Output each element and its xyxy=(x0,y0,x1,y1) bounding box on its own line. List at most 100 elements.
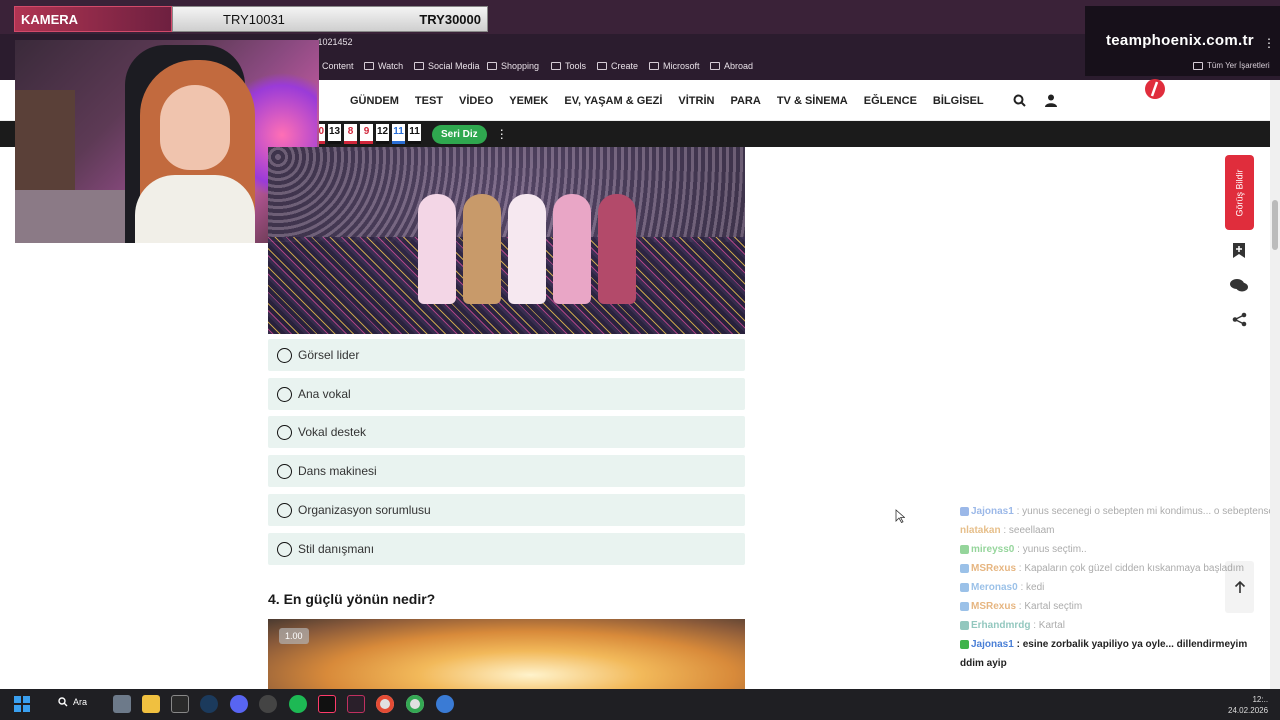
bookmark-watch[interactable]: Watch xyxy=(364,61,403,71)
chat-text: : Kartal seçtim xyxy=(1016,601,1083,612)
chrome-icon[interactable] xyxy=(376,695,394,713)
nav-item-bilgisel[interactable]: BİLGİSEL xyxy=(933,95,984,107)
chat-user: Jajonas1 xyxy=(971,639,1014,650)
quiz-question-image xyxy=(268,147,745,334)
mouse-cursor-icon xyxy=(895,509,905,523)
chat-text: : Kartal xyxy=(1030,620,1065,631)
goal-target: TRY30000 xyxy=(419,11,481,27)
bookmark-social-media[interactable]: Social Media xyxy=(414,61,480,71)
radio-icon[interactable] xyxy=(277,386,292,402)
main-nav: GÜNDEM TEST VİDEO YEMEK EV, YAŞAM & GEZİ… xyxy=(350,95,984,107)
answer-label: Ana vokal xyxy=(298,387,351,401)
feedback-button[interactable]: Görüş Bildir xyxy=(1225,155,1254,230)
nav-item-tv-sinema[interactable]: TV & SİNEMA xyxy=(777,95,848,107)
answer-option[interactable]: Görsel lider xyxy=(268,339,745,371)
score-tile: 8 xyxy=(344,124,357,144)
epic-games-icon[interactable] xyxy=(171,695,189,713)
bookmark-label: Tools xyxy=(565,61,587,71)
folder-icon xyxy=(597,62,607,70)
more-options-icon[interactable]: ⋮ xyxy=(496,128,508,140)
bookmark-label: Content xyxy=(322,61,354,71)
bookmark-label: Watch xyxy=(378,61,404,71)
vtuber-app-icon[interactable] xyxy=(347,695,365,713)
bookmark-shopping[interactable]: Shopping xyxy=(487,61,539,71)
chat-message-continued: ddim ayip xyxy=(960,658,1007,669)
nav-item-video[interactable]: VİDEO xyxy=(459,95,493,107)
folder-icon xyxy=(551,62,561,70)
calculator-icon[interactable] xyxy=(113,695,131,713)
file-explorer-icon[interactable] xyxy=(142,695,160,713)
nav-item-eglence[interactable]: EĞLENCE xyxy=(864,95,917,107)
chat-text: : yunus secenegi o sebepten mi kondimus.… xyxy=(1016,506,1270,517)
discord-icon[interactable] xyxy=(230,695,248,713)
nav-item-gundem[interactable]: GÜNDEM xyxy=(350,95,399,107)
all-bookmarks[interactable]: Tüm Yer İşaretleri xyxy=(1193,61,1270,70)
answer-option[interactable]: Stil danışmanı xyxy=(268,533,745,565)
score-tiles: 10 13 8 9 12 11 11 Seri Diz ⋮ xyxy=(312,122,508,146)
chat-user: MSRexus xyxy=(971,563,1017,574)
folder-icon xyxy=(487,62,497,70)
chat-badge-icon xyxy=(960,506,969,516)
nav-item-ev-yasam-gezi[interactable]: EV, YAŞAM & GEZİ xyxy=(564,95,662,107)
score-tile: 13 xyxy=(328,124,341,144)
bookmark-add-button[interactable] xyxy=(1229,241,1249,259)
chat-badge-icon xyxy=(960,544,969,554)
page-scrollbar[interactable] xyxy=(1270,80,1280,690)
user-icon[interactable] xyxy=(1045,94,1057,107)
question-4-image xyxy=(268,619,745,689)
answer-option[interactable]: Ana vokal xyxy=(268,378,745,410)
tiktok-icon[interactable] xyxy=(318,695,336,713)
chat-user: mireyss0 xyxy=(971,544,1015,555)
bookmark-content[interactable]: Content xyxy=(322,61,354,71)
chat-badge-icon xyxy=(960,601,969,611)
bookmark-label: Shopping xyxy=(501,61,540,71)
nav-item-test[interactable]: TEST xyxy=(415,95,443,107)
taskbar xyxy=(0,689,1280,720)
share-button[interactable] xyxy=(1229,310,1249,328)
chat-text: : Kapaların çok güzel cidden kıskanmaya … xyxy=(1016,563,1244,574)
site-logo-icon[interactable] xyxy=(1144,78,1166,100)
radio-icon[interactable] xyxy=(277,424,292,440)
radio-icon[interactable] xyxy=(277,347,292,363)
comments-button[interactable] xyxy=(1229,276,1249,294)
answer-option[interactable]: Organizasyon sorumlusu xyxy=(268,494,745,526)
clock-time: 12:.. xyxy=(1252,695,1269,704)
folder-icon xyxy=(414,62,424,70)
radio-icon[interactable] xyxy=(277,463,292,479)
obs-icon[interactable] xyxy=(259,695,277,713)
search-icon xyxy=(58,697,68,707)
nav-item-para[interactable]: PARA xyxy=(730,95,760,107)
score-tile: 9 xyxy=(360,124,373,144)
feedback-label: Görüş Bildir xyxy=(1234,168,1245,217)
bookmark-create[interactable]: Create xyxy=(597,61,638,71)
chat-badge-icon xyxy=(960,563,969,573)
chat-message: Erhandmrdg : Kartal xyxy=(960,616,1270,635)
taskbar-search[interactable]: Ara xyxy=(58,697,87,707)
nav-item-vitrin[interactable]: VİTRİN xyxy=(678,95,714,107)
steam-icon[interactable] xyxy=(200,695,218,713)
nav-item-yemek[interactable]: YEMEK xyxy=(509,95,548,107)
taskbar-search-label: Ara xyxy=(73,697,88,707)
scrollbar-thumb[interactable] xyxy=(1272,200,1278,250)
bookmark-label: Create xyxy=(611,61,639,71)
camera-label: KAMERA xyxy=(14,6,172,32)
answer-option[interactable]: Dans makinesi xyxy=(268,455,745,487)
bookmark-microsoft[interactable]: Microsoft xyxy=(649,61,700,71)
seri-diz-button[interactable]: Seri Diz xyxy=(432,124,487,144)
app-icon[interactable] xyxy=(436,695,454,713)
bookmark-tools[interactable]: Tools xyxy=(551,61,586,71)
answer-option[interactable]: Vokal destek xyxy=(268,416,745,448)
chat-text: : esine zorbalik yapiliyo ya oyle... dil… xyxy=(1013,639,1248,650)
radio-icon[interactable] xyxy=(277,541,292,557)
radio-icon[interactable] xyxy=(277,502,292,518)
browser-menu-icon[interactable]: ⋮ xyxy=(1263,36,1275,50)
chat-badge-icon xyxy=(960,639,969,649)
chrome-profile-icon[interactable] xyxy=(406,695,424,713)
question-title: 4. En güçlü yönün nedir? xyxy=(268,591,436,607)
windows-start-icon[interactable] xyxy=(13,695,31,713)
spotify-icon[interactable] xyxy=(289,695,307,713)
search-icon[interactable] xyxy=(1013,94,1026,107)
chat-text: : kedi xyxy=(1017,582,1045,593)
all-bookmarks-label: Tüm Yer İşaretleri xyxy=(1207,61,1270,70)
bookmark-abroad[interactable]: Abroad xyxy=(710,61,753,71)
